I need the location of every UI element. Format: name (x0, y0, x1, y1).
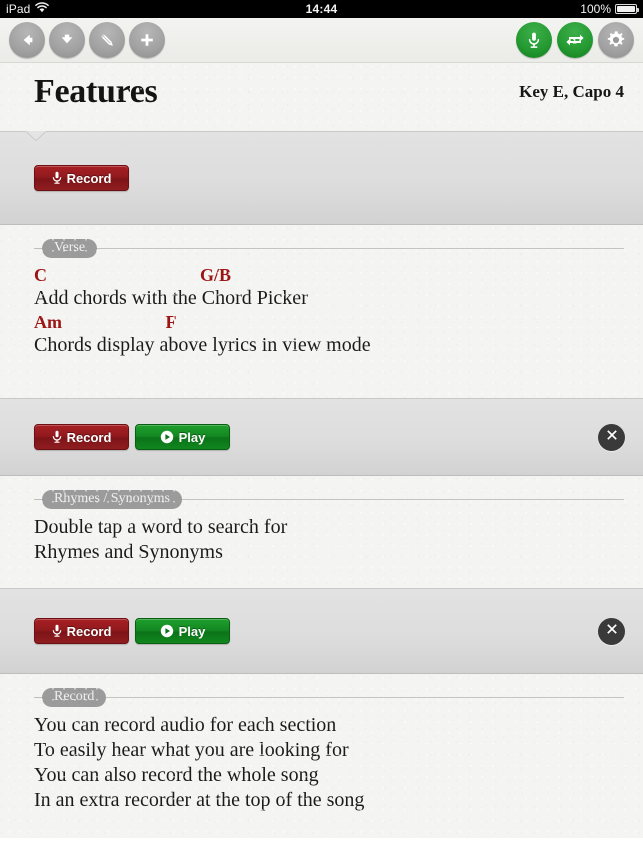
section-header: Rhymes / Synonyms (34, 490, 624, 509)
section-header: Record (34, 688, 624, 707)
toolbar-left-group (9, 22, 165, 58)
page-title: Features (34, 73, 158, 110)
section-rule-left (34, 697, 42, 698)
app-toolbar: 1 (0, 18, 643, 63)
download-button[interactable] (49, 22, 85, 58)
microphone-icon (52, 430, 62, 444)
microphone-icon (52, 624, 62, 638)
play-icon (160, 624, 174, 638)
record-button-label: Record (66, 623, 112, 639)
lyric-section-rhymes: Rhymes / Synonyms Double tap a word to s… (0, 476, 643, 588)
song-header: Features Key E, Capo 4 (0, 63, 643, 131)
band-button-group: Record Play (34, 424, 230, 450)
play-button[interactable]: Play (135, 618, 230, 644)
lyric-line: In an extra recorder at the top of the s… (34, 789, 365, 811)
lyric-section-verse: Verse C G/B Add chords with the Chord Pi… (0, 225, 643, 398)
toolbar-right-group: 1 (516, 22, 634, 58)
lyric-line: To easily hear what you are looking for (34, 739, 349, 761)
gear-icon (605, 29, 627, 51)
loop-button[interactable]: 1 (557, 22, 593, 58)
section-controls-verse: Record Play (0, 398, 643, 476)
battery-full-icon (615, 4, 639, 14)
svg-text:1: 1 (573, 37, 577, 46)
battery-percent-label: 100% (580, 2, 611, 16)
lyric-block[interactable]: C G/B Add chords with the Chord Picker A… (34, 264, 624, 358)
status-bar: iPad 14:44 100% (0, 0, 643, 18)
add-button[interactable] (129, 22, 165, 58)
back-button[interactable] (9, 22, 45, 58)
play-button-label: Play (178, 429, 206, 445)
lyric-line: Add chords with the Chord Picker (34, 287, 308, 309)
delete-recording-button[interactable] (598, 617, 625, 645)
record-button-label: Record (66, 170, 112, 186)
carrier-label: iPad (6, 2, 31, 16)
record-button[interactable]: Record (34, 165, 129, 191)
delete-recording-button[interactable] (598, 423, 625, 451)
plus-icon (137, 30, 157, 50)
record-button[interactable]: Record (34, 424, 129, 450)
lyric-line: Rhymes and Synonyms (34, 541, 223, 563)
section-rule-left (34, 499, 42, 500)
play-icon (160, 430, 174, 444)
arrow-left-icon (17, 30, 37, 50)
section-rule-left (34, 248, 42, 249)
settings-button[interactable] (598, 22, 634, 58)
lyric-line: You can also record the whole song (34, 764, 319, 786)
repeat-one-icon: 1 (564, 29, 586, 51)
section-controls-rhymes: Record Play (0, 588, 643, 674)
play-button-label: Play (178, 623, 206, 639)
pencil-icon (97, 30, 118, 51)
section-label-pill[interactable]: Record (42, 688, 107, 707)
lyric-line: Double tap a word to search for (34, 516, 288, 538)
close-icon (605, 622, 619, 641)
wifi-icon (35, 2, 50, 16)
lyric-line: You can record audio for each section (34, 714, 337, 736)
play-button[interactable]: Play (135, 424, 230, 450)
section-label-pill[interactable]: Rhymes / Synonyms (42, 490, 182, 509)
lyric-section-record: Record You can record audio for each sec… (0, 674, 643, 838)
song-key-label: Key E, Capo 4 (519, 82, 624, 101)
section-notch-icon (26, 131, 46, 140)
band-button-group: Record (34, 165, 129, 191)
clock-label: 14:44 (305, 2, 338, 16)
close-icon (605, 428, 619, 447)
record-button[interactable]: Record (34, 618, 129, 644)
microphone-icon (52, 171, 62, 185)
record-button-label: Record (66, 429, 112, 445)
section-controls-intro: Record (0, 131, 643, 225)
chord-line: C G/B (34, 265, 232, 285)
arrow-down-icon (57, 30, 77, 50)
section-rule-right (106, 697, 624, 698)
chord-line: Am F (34, 312, 177, 332)
lyric-block[interactable]: You can record audio for each section To… (34, 713, 624, 813)
status-bar-right: 100% (580, 2, 639, 16)
microphone-icon (524, 30, 544, 50)
section-label-pill[interactable]: Verse (42, 239, 98, 258)
band-button-group: Record Play (34, 618, 230, 644)
record-song-button[interactable] (516, 22, 552, 58)
status-bar-left: iPad (6, 2, 50, 16)
section-rule-right (97, 248, 624, 249)
lyric-line: Chords display above lyrics in view mode (34, 334, 371, 356)
section-rule-right (181, 499, 624, 500)
section-header: Verse (34, 239, 624, 258)
edit-button[interactable] (89, 22, 125, 58)
lyric-block[interactable]: Double tap a word to search for Rhymes a… (34, 515, 624, 565)
